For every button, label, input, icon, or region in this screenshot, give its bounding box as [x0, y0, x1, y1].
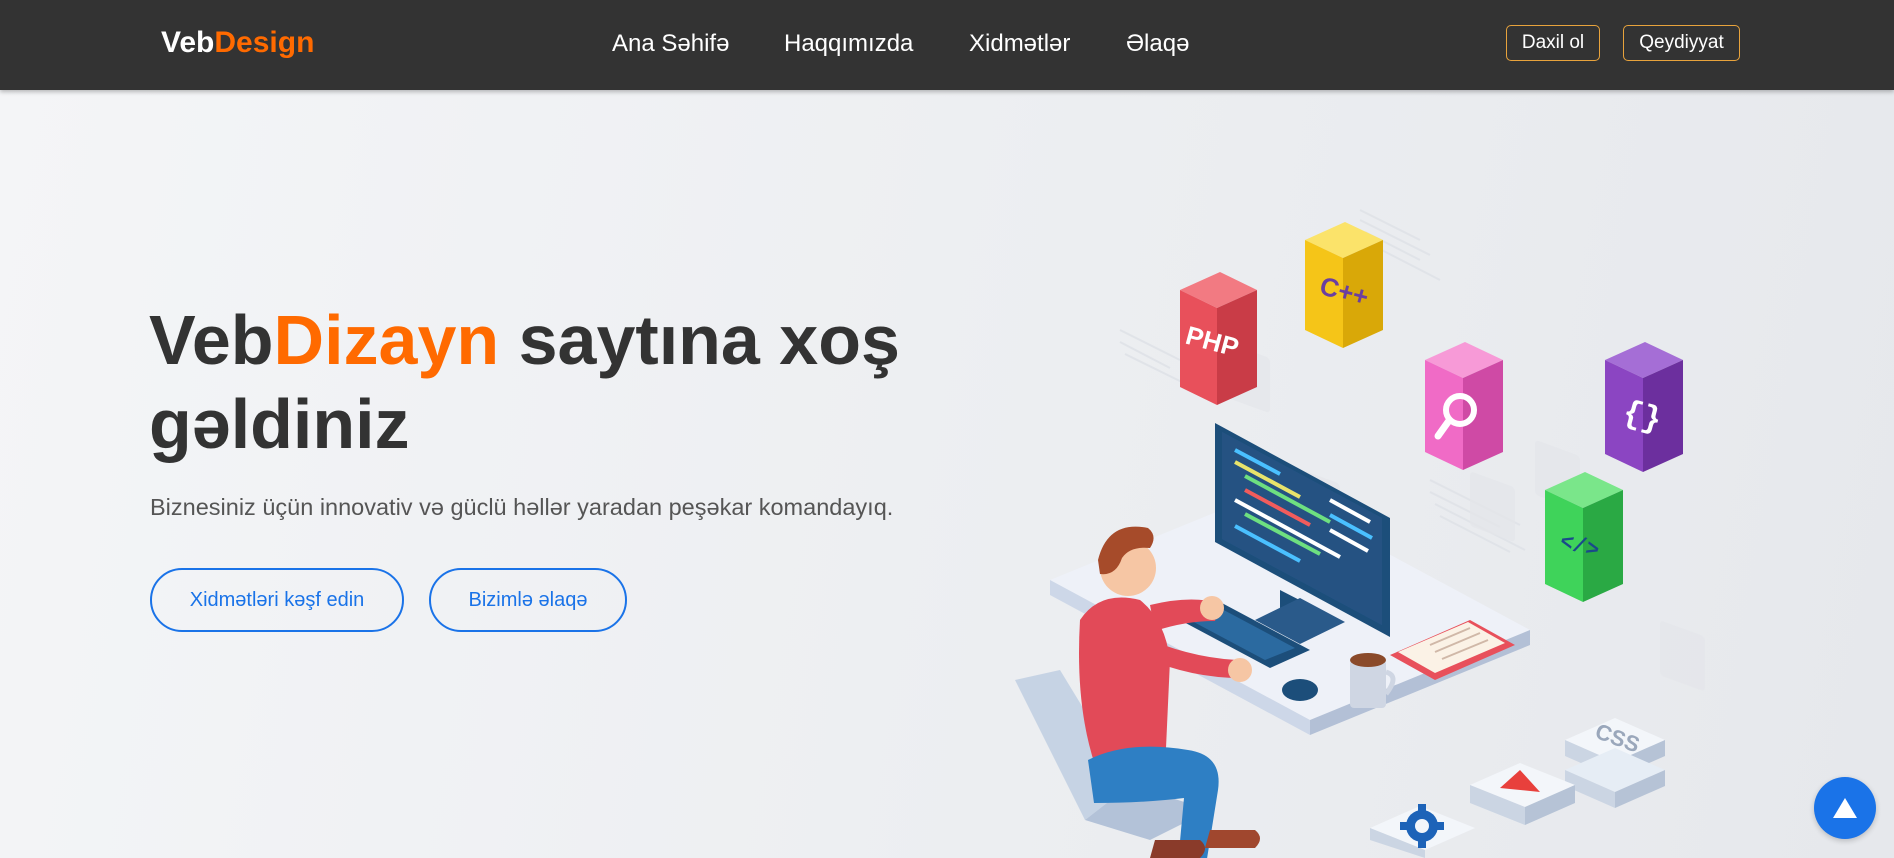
search-tile [1425, 342, 1503, 470]
explore-services-button[interactable]: Xidmətləri kəşf edin [150, 568, 404, 632]
navbar: VebDesign Ana Səhifə Haqqımızda Xidmətlə… [0, 0, 1894, 90]
nav-link-about[interactable]: Haqqımızda [784, 30, 913, 58]
logo-part-veb: Veb [161, 26, 215, 59]
gear-block [1370, 804, 1475, 858]
play-block [1470, 763, 1575, 825]
hero-subtitle: Biznesiniz üçün innovativ və güclü həllə… [150, 494, 894, 520]
logo[interactable]: VebDesign [161, 26, 314, 60]
braces-tile: {} [1605, 342, 1683, 472]
login-button[interactable]: Daxil ol [1506, 25, 1600, 61]
nav-link-contact[interactable]: Əlaqə [1126, 30, 1189, 58]
scroll-to-top-button[interactable] [1814, 777, 1876, 839]
arrow-up-icon [1833, 798, 1857, 818]
cpp-tile: C++ [1305, 222, 1383, 348]
mouse [1282, 679, 1318, 701]
hero-title: VebDizayn saytına xoş gəldiniz [149, 298, 949, 466]
nav-link-services[interactable]: Xidmətlər [969, 30, 1070, 58]
code-tile: </> [1545, 472, 1623, 602]
hero-title-part1: Veb [149, 301, 274, 379]
register-button[interactable]: Qeydiyyat [1623, 25, 1740, 61]
hero-title-accent: Dizayn [273, 301, 500, 379]
contact-us-button[interactable]: Bizimlə əlaqə [429, 568, 627, 632]
css-block: CSS [1565, 718, 1665, 808]
php-tile: PHP [1180, 272, 1257, 405]
hero-illustration: PHP C++ {} </> CSS [1015, 209, 1705, 858]
nav-link-home[interactable]: Ana Səhifə [612, 30, 729, 58]
logo-part-design: Design [214, 26, 315, 59]
